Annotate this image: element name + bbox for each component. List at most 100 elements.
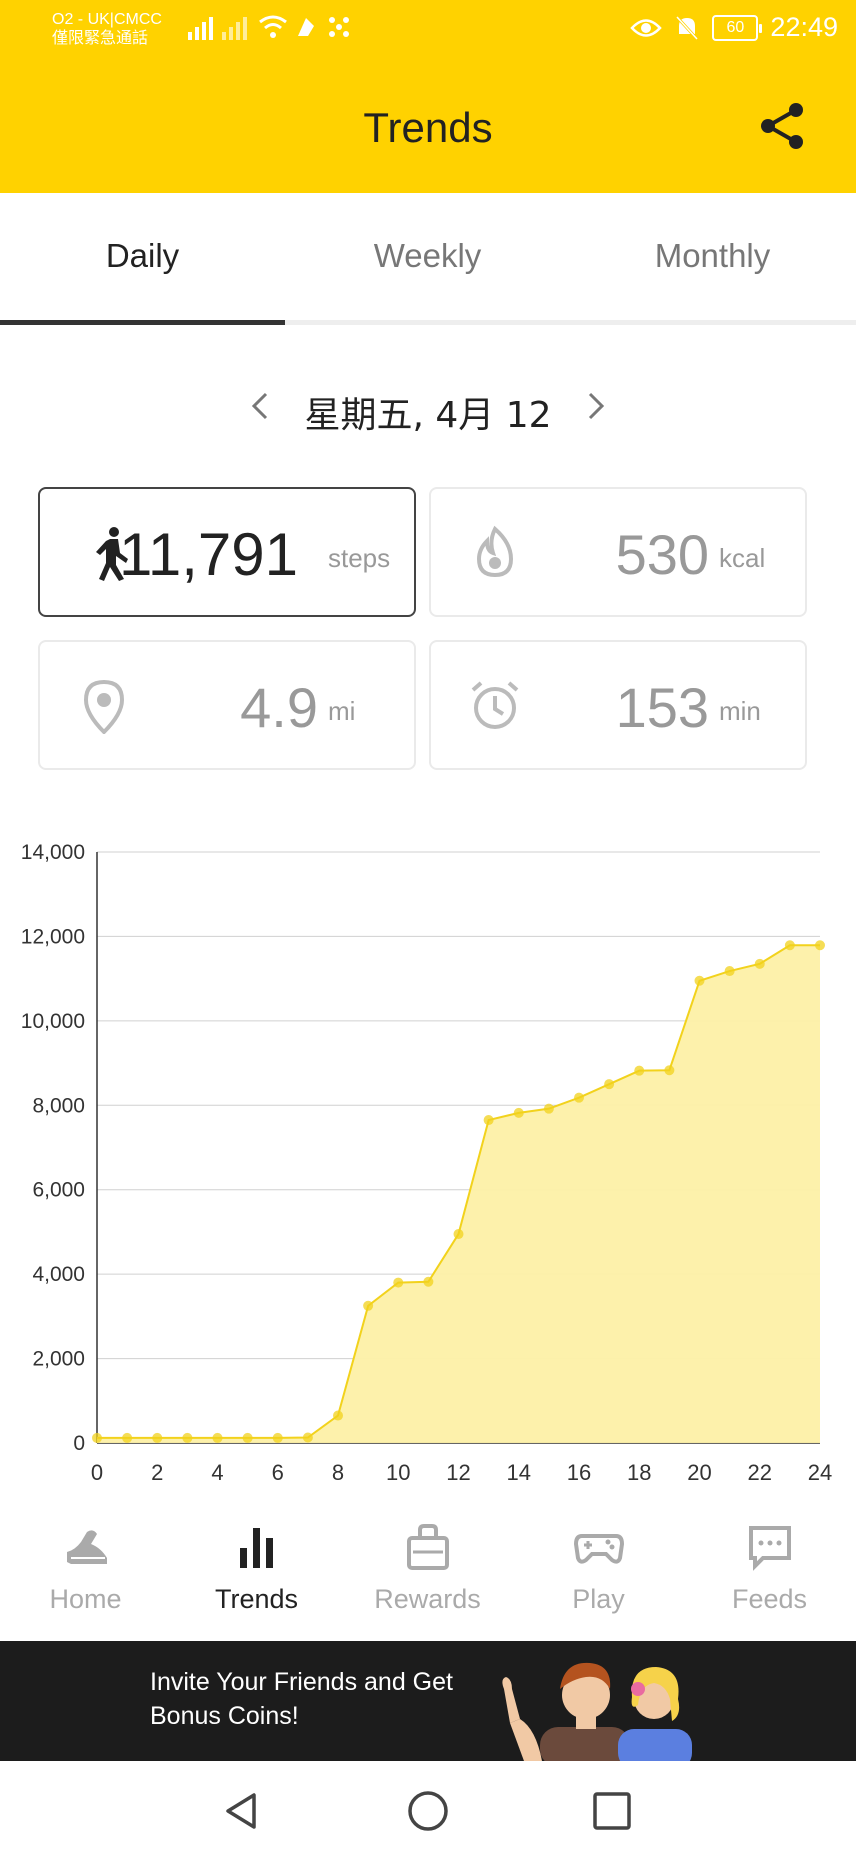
nav-feeds[interactable]: Feeds [684,1522,855,1615]
flame-icon [476,525,514,578]
y-tick-label: 12,000 [21,925,85,948]
alarm-clock-icon [471,681,519,729]
status-bar: O2 - UK|CMCC 僅限緊急通話 60 22:49 [0,0,856,60]
y-tick-label: 2,000 [32,1348,85,1371]
carrier-name: O2 - UK|CMCC [52,11,162,28]
steps-data-point [212,1432,223,1443]
nav-play-label: Play [572,1584,625,1614]
y-tick-label: 14,000 [21,841,85,864]
battery-indicator: 60 [712,14,763,41]
x-tick-label: 6 [272,1460,284,1485]
gamepad-icon [573,1534,624,1564]
home-circle-icon[interactable] [406,1789,450,1833]
steps-data-point [363,1300,374,1311]
steps-value: 11,791 [118,521,298,588]
steps-data-point [634,1065,645,1076]
steps-data-point [333,1410,343,1421]
duration-value: 153 [615,676,709,739]
clock: 22:49 [770,12,838,42]
app-header: O2 - UK|CMCC 僅限緊急通話 60 22:49 Trends [0,0,856,193]
steps-data-point [393,1277,404,1288]
y-tick-label: 4,000 [32,1263,85,1286]
steps-data-point [815,940,825,951]
y-tick-label: 0 [73,1432,85,1455]
steps-data-point [724,966,735,977]
status-right: 60 22:49 [630,12,838,43]
x-tick-label: 10 [386,1460,410,1485]
nav-rewards-label: Rewards [374,1584,481,1614]
duration-unit: min [719,696,761,726]
steps-card[interactable]: 11,791 steps [38,487,416,617]
shopping-bag-icon [406,1524,449,1570]
x-tick-label: 18 [627,1460,651,1485]
tab-daily[interactable]: Daily [0,237,285,275]
distance-value: 4.9 [240,676,318,739]
steps-data-point [784,940,795,951]
tab-monthly[interactable]: Monthly [570,237,855,275]
shoe-icon [66,1530,107,1564]
bottom-navigation: Home Trends Rewards Play Feeds [0,1500,856,1640]
friends-illustration [502,1662,692,1761]
duration-card[interactable]: 153 min [429,640,807,770]
mute-bell-icon [676,15,699,40]
x-tick-label: 0 [91,1460,103,1485]
steps-data-point [453,1229,464,1240]
x-tick-label: 14 [507,1460,531,1485]
steps-data-point [604,1079,615,1090]
share-icon[interactable] [758,100,808,152]
x-tick-label: 22 [748,1460,772,1485]
steps-data-point [182,1432,193,1443]
bar-chart-icon [239,1528,273,1568]
steps-data-point [483,1115,494,1126]
nav-trends[interactable]: Trends [171,1522,342,1615]
y-tick-label: 10,000 [21,1010,85,1033]
nav-trends-label: Trends [214,1584,299,1614]
steps-data-point [152,1432,163,1443]
recents-square-icon[interactable] [590,1789,634,1833]
calories-value: 530 [615,523,709,586]
tab-weekly[interactable]: Weekly [285,237,570,275]
steps-chart: 0 2,000 4,000 6,000 8,000 10,000 12,000 14,000 0… [0,830,856,1490]
date-navigator: 星期五, 4月 12 [0,380,856,440]
page-title: Trends [363,104,493,151]
steps-data-point [122,1432,133,1443]
steps-data-point [92,1432,102,1443]
steps-data-point [302,1432,313,1443]
x-tick-label: 8 [332,1460,344,1485]
steps-area-fill [97,945,820,1443]
steps-data-point [513,1107,524,1118]
steps-data-point [664,1065,675,1076]
calories-card[interactable]: 530 kcal [429,487,807,617]
steps-data-point [543,1103,554,1114]
notification-icon [298,18,314,36]
steps-data-point [272,1432,283,1443]
steps-data-point [574,1092,584,1103]
calories-unit: kcal [719,543,766,573]
y-tick-label: 6,000 [32,1179,85,1202]
nav-rewards[interactable]: Rewards [342,1522,513,1615]
steps-data-point [754,958,765,969]
x-tick-label: 2 [151,1460,163,1485]
x-tick-label: 24 [808,1460,832,1485]
distance-card[interactable]: 4.9 mi [38,640,416,770]
back-icon[interactable] [220,1789,264,1833]
system-navigation-bar [0,1761,856,1855]
nav-home-label: Home [49,1584,122,1614]
distance-unit: mi [328,696,356,726]
nav-play[interactable]: Play [513,1522,684,1615]
invite-banner[interactable]: Invite Your Friends and Get Bonus Coins! [0,1641,856,1761]
y-tick-label: 8,000 [32,1094,85,1117]
emergency-calls-label: 僅限緊急通話 [52,30,149,47]
eye-icon [630,18,663,37]
nav-home[interactable]: Home [0,1522,171,1615]
wifi-icon [259,15,287,38]
steps-data-point [694,975,705,986]
tab-active-indicator [0,320,285,325]
dots-icon [329,17,349,37]
location-pin-icon [83,679,125,734]
steps-data-point [242,1432,253,1443]
steps-area-chart: 0 2,000 4,000 6,000 8,000 10,000 12,000 14,000 0… [21,841,832,1485]
nav-feeds-label: Feeds [731,1584,808,1614]
chat-bubble-icon [748,1526,791,1571]
chevron-right-icon[interactable] [576,384,616,428]
